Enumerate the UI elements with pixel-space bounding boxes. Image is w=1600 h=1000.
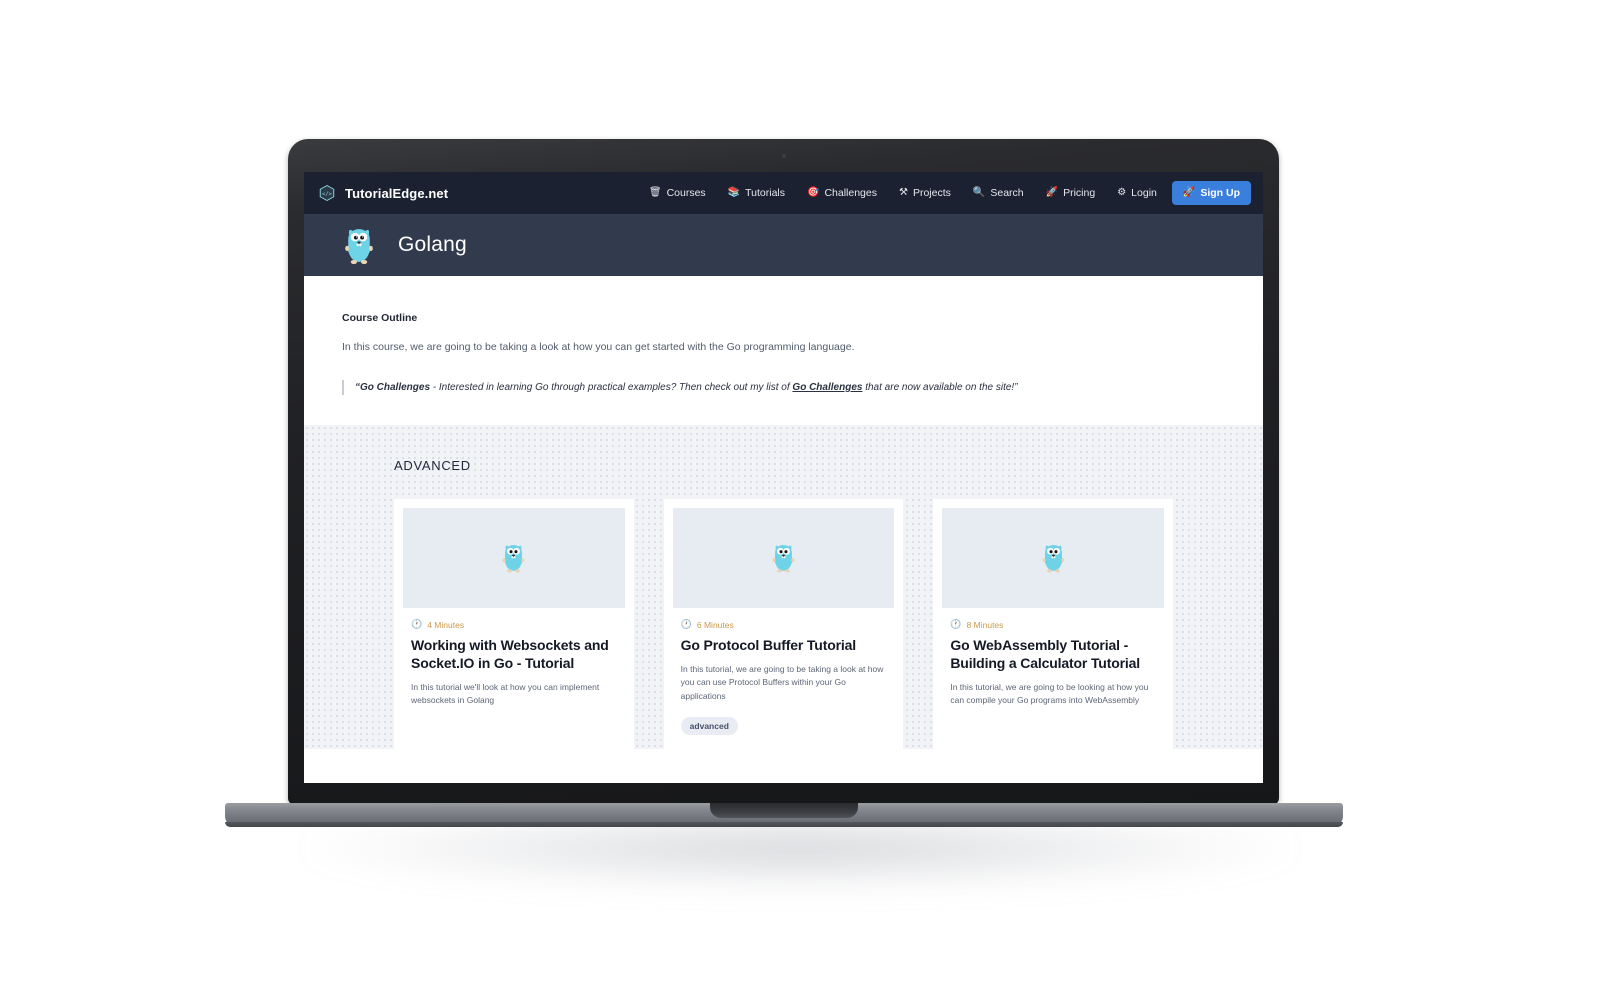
- tutorial-card[interactable]: 🕐 4 Minutes Working with Websockets and …: [394, 498, 634, 750]
- courses-icon: 🗑: [648, 187, 662, 198]
- nav-label: Search: [990, 187, 1024, 199]
- page-title: Golang: [398, 233, 467, 256]
- laptop-base-notch: [710, 803, 858, 818]
- laptop-base: [225, 803, 1343, 827]
- clock-icon: 🕐: [411, 619, 423, 630]
- laptop-mockup: </> TutorialEdge.net 🗑 Courses 📚 Tutoria: [0, 0, 1600, 1000]
- quote-strong: “Go Challenges: [355, 381, 431, 393]
- svg-text:</>: </>: [322, 191, 333, 197]
- nav-label: Challenges: [824, 187, 877, 199]
- nav-item-tutorials[interactable]: 📚 Tutorials: [717, 181, 796, 205]
- card-tags: advanced: [680, 716, 887, 736]
- clock-icon: 🕐: [950, 619, 962, 630]
- go-gopher-mascot-icon: [1040, 541, 1067, 574]
- laptop-base-edge: [225, 822, 1343, 827]
- nav-item-projects[interactable]: ⚒ Projects: [888, 181, 962, 205]
- hero-banner: Golang: [304, 214, 1263, 276]
- website-viewport: </> TutorialEdge.net 🗑 Courses 📚 Tutoria: [304, 172, 1263, 783]
- card-description: In this tutorial we'll look at how you c…: [411, 681, 600, 706]
- laptop-display: </> TutorialEdge.net 🗑 Courses 📚 Tutoria: [304, 172, 1263, 783]
- nav-item-search[interactable]: 🔍 Search: [962, 181, 1035, 205]
- go-gopher-mascot-icon: [500, 541, 527, 574]
- card-title[interactable]: Go WebAssembly Tutorial - Building a Cal…: [950, 637, 1156, 673]
- card-duration: 🕐 4 Minutes: [411, 620, 617, 630]
- brand-name: TutorialEdge.net: [345, 185, 449, 201]
- card-thumbnail: [672, 507, 895, 608]
- advanced-section-heading: ADVANCED: [394, 457, 471, 473]
- nav-item-challenges[interactable]: 🎯 Challenges: [796, 181, 888, 205]
- brand-logo[interactable]: </> TutorialEdge.net: [318, 184, 448, 202]
- course-outline-description: In this course, we are going to be takin…: [342, 341, 855, 353]
- card-thumbnail: [942, 507, 1165, 608]
- nav-label: Projects: [912, 187, 951, 199]
- duration-label: 8 Minutes: [966, 619, 1004, 630]
- course-outline-section: Course Outline In this course, we are go…: [304, 276, 1263, 425]
- card-description: In this tutorial, we are going to be tak…: [680, 663, 884, 701]
- duration-label: 6 Minutes: [696, 619, 734, 630]
- nav-item-pricing[interactable]: 🚀 Pricing: [1035, 181, 1107, 205]
- card-duration: 🕐 8 Minutes: [950, 620, 1156, 630]
- go-gopher-mascot-icon: [342, 224, 376, 266]
- go-gopher-mascot-icon: [770, 541, 797, 574]
- clock-icon: 🕐: [680, 619, 692, 630]
- hexagon-code-logo-icon: </>: [318, 184, 336, 202]
- sign-up-button[interactable]: 🚀 Sign Up: [1171, 181, 1251, 205]
- duration-label: 4 Minutes: [427, 619, 465, 630]
- nav-label: Login: [1131, 187, 1157, 199]
- tutorial-card[interactable]: 🕐 6 Minutes Go Protocol Buffer Tutorial …: [663, 498, 904, 750]
- laptop-shadow: [300, 820, 1300, 890]
- tutorials-icon: 📚: [727, 187, 741, 198]
- card-duration: 🕐 6 Minutes: [681, 620, 887, 630]
- projects-icon: ⚒: [899, 187, 908, 198]
- advanced-section: ADVANCED 🕐 4 Minutes Working with Websoc…: [304, 424, 1263, 750]
- nav-label: Courses: [666, 187, 706, 199]
- sign-up-label: Sign Up: [1200, 187, 1240, 199]
- tag-badge[interactable]: advanced: [680, 717, 738, 736]
- card-body: 🕐 6 Minutes Go Protocol Buffer Tutorial …: [673, 608, 895, 750]
- nav-label: Pricing: [1063, 187, 1096, 199]
- card-body: 🕐 4 Minutes Working with Websockets and …: [403, 608, 625, 722]
- nav-item-courses[interactable]: 🗑 Courses: [638, 181, 717, 205]
- pricing-rocket-icon: 🚀: [1045, 187, 1059, 198]
- rocket-icon: 🚀: [1182, 187, 1196, 198]
- search-icon: 🔍: [972, 187, 986, 198]
- card-body: 🕐 8 Minutes Go WebAssembly Tutorial - Bu…: [942, 608, 1164, 722]
- nav-item-login[interactable]: ⚙ Login: [1106, 181, 1168, 205]
- course-outline-heading: Course Outline: [342, 312, 418, 324]
- card-description: In this tutorial, we are going to be loo…: [950, 681, 1149, 706]
- tutorial-card[interactable]: 🕐 8 Minutes Go WebAssembly Tutorial - Bu…: [933, 498, 1174, 750]
- quote-block: “Go Challenges - Interested in learning …: [342, 379, 1225, 395]
- tutorial-cards-row: 🕐 4 Minutes Working with Websockets and …: [304, 498, 1263, 750]
- gear-icon: ⚙: [1117, 187, 1127, 198]
- challenges-icon: 🎯: [807, 187, 820, 198]
- nav-links: 🗑 Courses 📚 Tutorials 🎯 Challenges ⚒ Pro…: [638, 181, 1251, 205]
- nav-label: Tutorials: [745, 187, 785, 199]
- card-thumbnail: [403, 507, 625, 608]
- laptop-screen-bezel: </> TutorialEdge.net 🗑 Courses 📚 Tutoria: [288, 139, 1279, 805]
- quote-middle: - Interested in learning Go through prac…: [430, 381, 793, 393]
- card-title[interactable]: Working with Websockets and Socket.IO in…: [411, 637, 617, 673]
- card-title[interactable]: Go Protocol Buffer Tutorial: [681, 637, 887, 655]
- quote-end: that are now available on the site!”: [862, 381, 1018, 393]
- go-challenges-link[interactable]: Go Challenges: [792, 382, 862, 393]
- navbar: </> TutorialEdge.net 🗑 Courses 📚 Tutoria: [304, 172, 1263, 214]
- laptop-camera-icon: [781, 154, 786, 158]
